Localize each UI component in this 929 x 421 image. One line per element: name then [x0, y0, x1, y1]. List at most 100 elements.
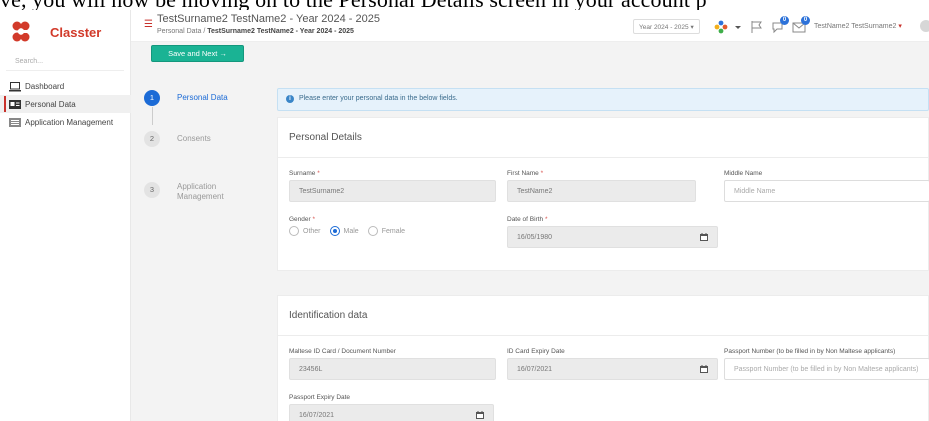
radio-button[interactable] [289, 226, 299, 236]
dob-value: 16/05/1980 [517, 234, 553, 241]
radio-label: Male [343, 227, 359, 235]
step-label: Personal Data [177, 93, 228, 102]
gender-option-female[interactable]: Female [367, 226, 406, 236]
surname-field[interactable]: TestSurname2 [289, 180, 496, 202]
first-name-label: First Name * [507, 170, 543, 177]
user-menu[interactable]: TestName2 TestSurname2 ▾ [814, 22, 902, 30]
id-expiry-field[interactable]: 16/07/2021 [507, 358, 718, 380]
radio-button[interactable] [367, 226, 378, 236]
page-title: TestSurname2 TestName2 - Year 2024 - 202… [157, 13, 380, 25]
card-divider [278, 335, 928, 336]
info-icon: i [286, 95, 294, 103]
passport-number-label: Passport Number (to be filled in by Non … [724, 348, 896, 355]
gender-option-other[interactable]: Other [289, 226, 321, 236]
label-text: Surname [289, 170, 316, 177]
sidebar-nav: Dashboard Personal Data Application Mana… [0, 77, 131, 131]
chat-icon[interactable]: 0 [771, 16, 789, 34]
passport-expiry-field[interactable]: 16/07/2021 [289, 404, 494, 421]
sidebar: Classter Search... Dashboard Personal Da… [0, 10, 131, 421]
step-number: 2 [144, 131, 160, 147]
header: ☰ TestSurname2 TestName2 - Year 2024 - 2… [131, 10, 929, 42]
sidebar-item-application-management[interactable]: Application Management [0, 113, 131, 131]
sidebar-item-label: Application Management [25, 117, 114, 127]
caret-down-icon: ▾ [690, 24, 694, 31]
id-expiry-label: ID Card Expiry Date [507, 348, 565, 355]
middle-name-field[interactable]: Middle Name [724, 180, 929, 202]
caption-text: ve, you will now be moving on to the Per… [0, 0, 707, 10]
card-title: Personal Details [289, 132, 362, 143]
label-text: Date of Birth [507, 216, 544, 223]
chat-badge: 0 [780, 16, 789, 25]
breadcrumb-separator: / [203, 28, 206, 35]
required-mark: * [312, 216, 316, 223]
required-mark: * [317, 170, 320, 177]
header-icons: 0 0 [714, 16, 813, 36]
dob-field[interactable]: 16/05/1980 [507, 226, 718, 248]
gender-option-male[interactable]: Male [329, 226, 359, 236]
passport-expiry-label: Passport Expiry Date [289, 394, 351, 401]
main-content: 1 Personal Data 2 Consents 3 Application… [131, 65, 929, 421]
required-mark: * [540, 170, 544, 177]
gender-label: Gender * [289, 216, 315, 223]
caret-down-icon: ▾ [898, 23, 902, 30]
step-label: Consents [177, 134, 211, 143]
calendar-icon[interactable] [700, 233, 708, 241]
identification-card: Identification data Maltese ID Card / Do… [277, 295, 929, 421]
monitor-icon [9, 81, 21, 91]
brand[interactable]: Classter [10, 18, 101, 46]
wizard-stepper: 1 Personal Data 2 Consents 3 Application… [131, 65, 271, 421]
sidebar-search-input[interactable]: Search... [6, 54, 124, 71]
calendar-icon[interactable] [700, 365, 708, 373]
surname-label: Surname * [289, 170, 320, 177]
sidebar-item-personal-data[interactable]: Personal Data [0, 95, 131, 113]
radio-button-checked[interactable] [329, 226, 340, 236]
hamburger-menu-icon[interactable]: ☰ [144, 19, 153, 30]
passport-number-field[interactable]: Passport Number (to be filled in by Non … [724, 358, 929, 380]
brand-name: Classter [50, 24, 102, 40]
radio-label: Female [381, 227, 406, 235]
avatar[interactable] [920, 20, 929, 32]
step-number: 1 [144, 90, 160, 106]
first-name-field[interactable]: TestName2 [507, 180, 696, 202]
card-title: Identification data [289, 310, 368, 321]
list-icon [9, 117, 21, 127]
save-and-next-button[interactable]: Save and Next → [151, 45, 244, 62]
id-card-icon [9, 99, 21, 109]
breadcrumb-current: TestSurname2 TestName2 - Year 2024 - 202… [207, 28, 354, 35]
id-number-label: Maltese ID Card / Document Number [289, 348, 396, 355]
card-divider [278, 157, 928, 158]
info-alert: i Please enter your personal data in the… [277, 88, 929, 111]
sidebar-item-label: Personal Data [25, 99, 76, 109]
flag-icon[interactable] [750, 20, 764, 34]
caret-down-icon[interactable] [735, 20, 741, 34]
step-number: 3 [144, 182, 160, 198]
label-text: First Name [507, 170, 539, 177]
sidebar-item-dashboard[interactable]: Dashboard [0, 77, 131, 95]
label-text: Gender [289, 216, 311, 223]
mail-badge: 0 [801, 16, 810, 25]
step-application-management[interactable]: 3 Application Management [144, 179, 237, 202]
classter-logo-icon [10, 20, 32, 44]
required-mark: * [544, 216, 548, 223]
breadcrumb: Personal Data / TestSurname2 TestName2 -… [157, 28, 354, 35]
id-expiry-value: 16/07/2021 [517, 366, 553, 373]
id-number-field[interactable]: 23456L [289, 358, 496, 380]
year-select-value: Year 2024 - 2025 [639, 24, 689, 31]
year-select[interactable]: Year 2024 - 2025 ▾ [633, 19, 700, 34]
step-connector [152, 107, 153, 125]
step-personal-data[interactable]: 1 Personal Data [144, 90, 228, 106]
personal-details-card: Personal Details Surname * TestSurname2 … [277, 117, 929, 271]
apps-icon[interactable] [714, 20, 728, 34]
calendar-icon[interactable] [476, 411, 484, 419]
user-name: TestName2 TestSurname2 [814, 23, 897, 30]
mail-icon[interactable]: 0 [792, 16, 810, 34]
gender-radio-group: Other Male Female [289, 226, 414, 236]
passport-expiry-value: 16/07/2021 [299, 412, 335, 419]
breadcrumb-root[interactable]: Personal Data [157, 28, 201, 35]
dob-label: Date of Birth * [507, 216, 547, 223]
radio-label: Other [303, 227, 321, 235]
sidebar-item-label: Dashboard [25, 81, 65, 91]
alert-text: Please enter your personal data in the b… [298, 95, 458, 102]
step-consents[interactable]: 2 Consents [144, 131, 211, 147]
step-label: Application Management [177, 182, 224, 201]
